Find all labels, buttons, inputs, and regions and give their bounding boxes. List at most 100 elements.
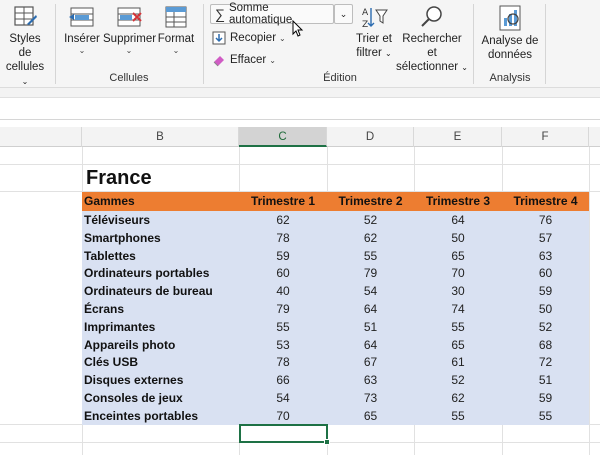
value-cell[interactable]: 78	[239, 353, 327, 371]
find-select-label-2-text: sélectionner	[396, 61, 459, 73]
row-name-cell[interactable]: Tablettes	[84, 247, 136, 265]
chevron-down-icon: ⌄	[125, 46, 133, 55]
value-cell[interactable]: 79	[239, 300, 327, 318]
value-cell[interactable]: 50	[502, 300, 589, 318]
value-cell[interactable]: 59	[239, 247, 327, 265]
value-cell[interactable]: 60	[239, 264, 327, 282]
value-cell[interactable]: 66	[239, 371, 327, 389]
chevron-down-icon: ⌄	[172, 46, 180, 55]
chevron-down-icon: ⌄	[461, 63, 468, 72]
value-cell[interactable]: 70	[414, 264, 502, 282]
value-cell[interactable]: 62	[239, 211, 327, 229]
delete-button[interactable]: Supprimer ⌄	[103, 4, 156, 56]
column-header-f[interactable]: F	[502, 127, 589, 147]
value-cell[interactable]: 52	[502, 318, 589, 336]
value-cell[interactable]: 78	[239, 229, 327, 247]
selected-cell[interactable]	[239, 424, 328, 443]
value-cell[interactable]: 53	[239, 336, 327, 354]
value-cell[interactable]: 63	[502, 247, 589, 265]
row-name-cell[interactable]: Smartphones	[84, 229, 161, 247]
eraser-icon	[213, 56, 224, 67]
value-cell[interactable]: 52	[414, 371, 502, 389]
editing-group-label: Édition	[323, 72, 357, 84]
value-cell[interactable]: 30	[414, 282, 502, 300]
value-cell[interactable]: 73	[327, 389, 414, 407]
value-cell[interactable]: 61	[414, 353, 502, 371]
value-cell[interactable]: 55	[414, 318, 502, 336]
value-cell[interactable]: 50	[414, 229, 502, 247]
sort-filter-label-2-text: filtrer	[356, 47, 382, 59]
header-gammes[interactable]: Gammes	[84, 192, 234, 211]
value-cell[interactable]: 60	[502, 264, 589, 282]
delete-cells-icon	[117, 7, 142, 27]
value-cell[interactable]: 59	[502, 389, 589, 407]
column-header-a[interactable]	[0, 127, 82, 147]
value-cell[interactable]: 63	[327, 371, 414, 389]
value-cell[interactable]: 55	[239, 318, 327, 336]
value-cell[interactable]: 74	[414, 300, 502, 318]
table-row: Téléviseurs 62 52 64 76	[82, 211, 589, 229]
value-cell[interactable]: 68	[502, 336, 589, 354]
value-cell[interactable]: 62	[327, 229, 414, 247]
value-cell[interactable]: 52	[327, 211, 414, 229]
value-cell[interactable]: 40	[239, 282, 327, 300]
row-name-cell[interactable]: Appareils photo	[84, 336, 175, 354]
value-cell[interactable]: 59	[502, 282, 589, 300]
clear-button[interactable]: Effacer ⌄	[212, 50, 276, 70]
value-cell[interactable]: 65	[414, 336, 502, 354]
value-cell[interactable]: 64	[414, 211, 502, 229]
format-button[interactable]: Format ⌄	[156, 4, 196, 56]
column-header-c[interactable]: C	[239, 127, 327, 147]
ribbon-separator	[545, 4, 546, 84]
sort-filter-button[interactable]: A Z Trier et filtrer ⌄	[354, 4, 394, 61]
row-name-cell[interactable]: Consoles de jeux	[84, 389, 183, 407]
fill-button[interactable]: Recopier ⌄	[212, 28, 286, 48]
fill-down-icon	[212, 31, 226, 45]
value-cell[interactable]: 54	[327, 282, 414, 300]
value-cell[interactable]: 65	[414, 247, 502, 265]
value-cell[interactable]: 64	[327, 336, 414, 354]
column-header-d[interactable]: D	[327, 127, 414, 147]
row-name-cell[interactable]: Écrans	[84, 300, 124, 318]
column-header-b[interactable]: B	[82, 127, 239, 147]
value-cell[interactable]: 65	[327, 407, 414, 425]
insert-button[interactable]: Insérer ⌄	[62, 4, 102, 56]
table-row: Écrans 79 64 74 50	[82, 300, 589, 318]
value-cell[interactable]: 51	[502, 371, 589, 389]
row-name-cell[interactable]: Ordinateurs portables	[84, 264, 209, 282]
row-name-cell[interactable]: Enceintes portables	[84, 407, 198, 425]
toolbar-strip	[0, 88, 600, 98]
fill-handle[interactable]	[324, 439, 330, 445]
table-body: Téléviseurs 62 52 64 76 Smartphones 78 62 50 57 Ta…	[82, 211, 589, 425]
find-select-button[interactable]: Rechercher et sélectionner ⌄	[396, 4, 468, 75]
value-cell[interactable]: 57	[502, 229, 589, 247]
value-cell[interactable]: 51	[327, 318, 414, 336]
value-cell[interactable]: 55	[414, 407, 502, 425]
row-name-cell[interactable]: Clés USB	[84, 353, 138, 371]
value-cell[interactable]: 55	[502, 407, 589, 425]
value-cell[interactable]: 70	[239, 407, 327, 425]
value-cell[interactable]: 64	[327, 300, 414, 318]
value-cell[interactable]: 62	[414, 389, 502, 407]
header-trimestre-2[interactable]: Trimestre 2	[327, 192, 414, 211]
value-cell[interactable]: 55	[327, 247, 414, 265]
row-name-cell[interactable]: Ordinateurs de bureau	[84, 282, 213, 300]
header-trimestre-1[interactable]: Trimestre 1	[239, 192, 327, 211]
autosum-dropdown-button[interactable]: ⌄	[334, 4, 353, 24]
header-trimestre-4[interactable]: Trimestre 4	[502, 192, 589, 211]
autosum-button[interactable]: ∑ Somme automatique	[210, 2, 334, 26]
value-cell[interactable]: 72	[502, 353, 589, 371]
analyze-data-button[interactable]: Analyse de données	[480, 4, 540, 62]
row-name-cell[interactable]: Téléviseurs	[84, 211, 150, 229]
row-name-cell[interactable]: Imprimantes	[84, 318, 155, 336]
header-trimestre-3[interactable]: Trimestre 3	[414, 192, 502, 211]
sheet-title-cell[interactable]: France	[86, 167, 152, 190]
cell-styles-button[interactable]: Styles de cellules ⌄	[2, 4, 48, 89]
value-cell[interactable]: 67	[327, 353, 414, 371]
value-cell[interactable]: 79	[327, 264, 414, 282]
row-name-cell[interactable]: Disques externes	[84, 371, 183, 389]
value-cell[interactable]: 54	[239, 389, 327, 407]
value-cell[interactable]: 76	[502, 211, 589, 229]
column-header-e[interactable]: E	[414, 127, 502, 147]
sort-filter-icon: A Z	[362, 8, 388, 30]
